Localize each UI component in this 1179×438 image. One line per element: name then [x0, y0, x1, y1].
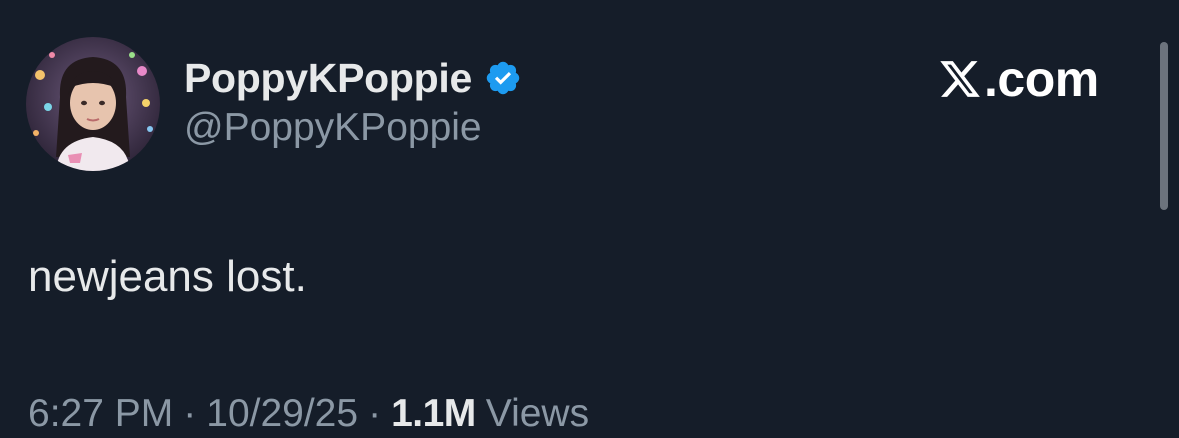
x-brand: .com	[938, 51, 1099, 107]
display-name[interactable]: PoppyKPoppie	[184, 55, 472, 102]
meta-separator: ·	[368, 392, 382, 435]
views-label: Views	[485, 392, 590, 435]
tweet-meta: 6:27 PM · 10/29/25 · 1.1M Views	[28, 392, 589, 436]
x-logo-icon	[938, 57, 982, 101]
tweet-time[interactable]: 6:27 PM	[28, 392, 173, 436]
views-count: 1.1M	[391, 392, 476, 435]
author-name-row: PoppyKPoppie	[184, 52, 522, 104]
verified-badge-icon	[484, 59, 522, 97]
scrollbar[interactable]	[1160, 42, 1168, 210]
tweet-date[interactable]: 10/29/25	[206, 392, 358, 436]
x-domain-text: .com	[984, 51, 1099, 107]
meta-separator: ·	[183, 392, 197, 435]
author-handle[interactable]: @PoppyKPoppie	[184, 106, 482, 150]
avatar[interactable]	[26, 37, 160, 171]
tweet-card: PoppyKPoppie @PoppyKPoppie .com newjeans…	[0, 0, 1179, 438]
tweet-text: newjeans lost.	[28, 252, 307, 301]
